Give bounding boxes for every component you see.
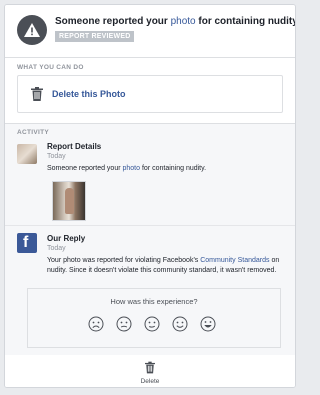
warning-icon (17, 15, 47, 45)
report-dialog: Someone reported your photo for containi… (4, 4, 296, 388)
report-details-title: Report Details (47, 142, 102, 151)
report-title-text: Someone reported your (55, 16, 171, 27)
report-details-body: Someone reported your photo for containi… (47, 164, 283, 174)
trash-icon (31, 87, 43, 101)
experience-survey: How was this experience? (27, 288, 281, 348)
our-reply-body: Your photo was reported for violating Fa… (47, 256, 283, 276)
divider (5, 225, 295, 226)
delete-photo-button[interactable]: Delete this Photo (17, 75, 283, 113)
trash-icon (145, 361, 155, 374)
report-title-text-end: for containing nudity. (195, 16, 296, 27)
survey-question: How was this experience? (110, 297, 198, 306)
status-badge: REPORT REVIEWED (55, 31, 135, 42)
community-standards-link[interactable]: Community Standards (200, 257, 269, 264)
reporter-avatar (17, 144, 37, 164)
divider (5, 57, 295, 58)
report-header: Someone reported your photo for containi… (5, 5, 295, 57)
photo-subject (65, 188, 74, 214)
reply-body-text: Your photo was reported for violating Fa… (47, 257, 201, 264)
neutral-face-icon[interactable] (144, 316, 160, 332)
delete-footer-button[interactable]: Delete (5, 355, 295, 387)
delete-photo-label: Delete this Photo (52, 89, 126, 99)
report-body-text: Someone reported your (47, 165, 123, 172)
photo-link[interactable]: photo (171, 16, 196, 27)
divider (5, 123, 295, 124)
reported-photo-thumbnail[interactable] (52, 181, 86, 221)
sad-face-icon[interactable] (116, 316, 132, 332)
happy-face-icon[interactable] (172, 316, 188, 332)
section-label-actions: WHAT YOU CAN DO (17, 64, 84, 71)
report-title: Someone reported your photo for containi… (55, 16, 296, 27)
delete-label: Delete (140, 378, 160, 385)
facebook-logo-icon: f (17, 233, 37, 253)
very-happy-face-icon[interactable] (200, 316, 216, 332)
very-sad-face-icon[interactable] (88, 316, 104, 332)
report-details-time: Today (47, 153, 66, 160)
section-label-activity: ACTIVITY (17, 129, 50, 136)
photo-link[interactable]: photo (123, 165, 141, 172)
our-reply-time: Today (47, 245, 66, 252)
our-reply-title: Our Reply (47, 234, 86, 243)
report-body-text-end: for containing nudity. (140, 165, 207, 172)
